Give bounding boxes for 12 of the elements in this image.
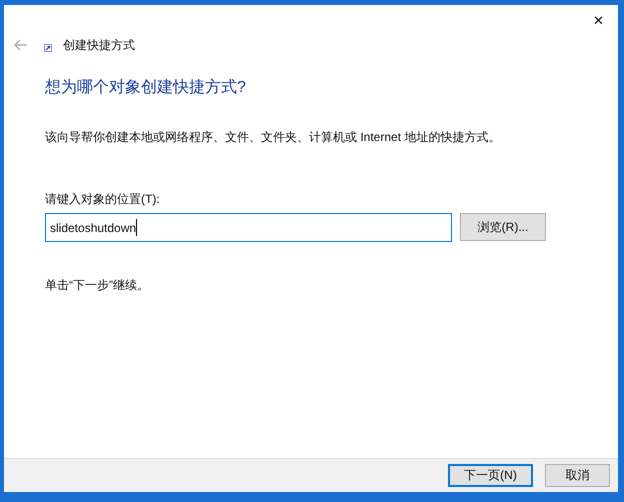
hint-text: 单击“下一步”继续。 [45, 277, 150, 294]
cancel-button[interactable]: 取消 [545, 464, 610, 487]
close-button[interactable]: ✕ [593, 12, 604, 28]
description-text: 该向导帮你创建本地或网络程序、文件、文件夹、计算机或 Internet 地址的快捷方式。 [45, 129, 502, 146]
wizard-heading: 想为哪个对象创建快捷方式? [45, 78, 247, 98]
shortcut-icon [44, 44, 52, 52]
browse-button[interactable]: 浏览(R)... [460, 213, 546, 241]
next-button[interactable]: 下一页(N) [448, 464, 533, 487]
location-label: 请键入对象的位置(T): [45, 191, 161, 208]
location-field[interactable]: slidetoshutdown [45, 213, 452, 242]
window-title: 创建快捷方式 [63, 36, 135, 54]
text-caret [136, 219, 138, 236]
